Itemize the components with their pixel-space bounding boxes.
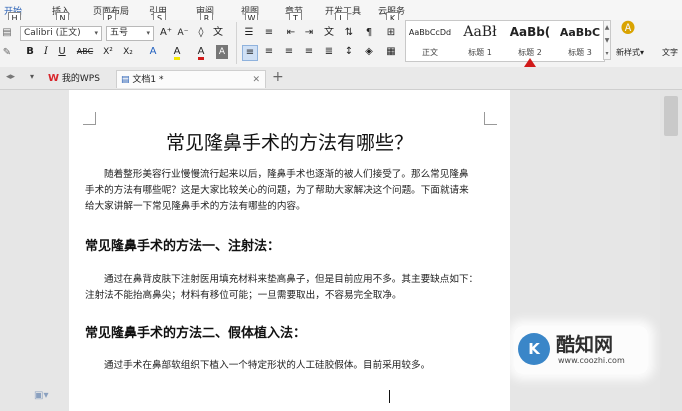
strikethrough-button[interactable]: ABC bbox=[74, 45, 96, 59]
style-normal[interactable]: AaBbCcDd 正文 bbox=[406, 21, 454, 61]
new-style-label: 新样式 bbox=[615, 48, 640, 57]
menu-bar: 开始 插入 页面布局 引用 审阅 视图 章节 开发工具 云服务 H N P S … bbox=[0, 0, 682, 25]
style-heading-2-label: 标题 2 bbox=[518, 48, 542, 57]
tab-wps-home-label: 我的WPS bbox=[61, 74, 100, 84]
format-painter-icon[interactable]: ✎ bbox=[2, 46, 12, 60]
section-1-line-1: 通过在鼻背皮肤下注射医用填充材料来垫高鼻子，但是目前应用不多。其主要缺点如下： bbox=[104, 274, 479, 285]
decrease-indent-button[interactable]: ⇤ bbox=[284, 26, 298, 40]
clear-format-button[interactable]: ◊ bbox=[194, 26, 208, 40]
style-heading-2-sample: AaBb( bbox=[509, 25, 551, 39]
font-size-value: 五号 bbox=[110, 28, 129, 38]
grow-font-button[interactable]: A⁺ bbox=[159, 26, 173, 40]
section-2-line-1: 通过手术在鼻部软组织下植入一个特定形状的人工硅胶假体。目前采用较多。 bbox=[104, 360, 431, 371]
italic-button[interactable]: I bbox=[40, 45, 52, 59]
styles-scroll[interactable]: ▲ ▼ ▾ bbox=[603, 20, 611, 60]
numbering-button[interactable]: ≡ bbox=[262, 26, 276, 40]
new-style-icon[interactable]: 🅐 bbox=[616, 22, 640, 40]
style-heading-1-label: 标题 1 bbox=[468, 48, 492, 57]
close-tab-icon[interactable]: ✕ bbox=[252, 71, 260, 89]
document-page[interactable]: 常见隆鼻手术的方法有哪些？ 随着整形美容行业慢慢流行起来以后，隆鼻手术也逐渐的被… bbox=[69, 90, 510, 411]
style-heading-1[interactable]: AaBł 标题 1 bbox=[456, 21, 504, 61]
styles-gallery: AaBbCcDd 正文 AaBł 标题 1 AaBb( 标题 2 AaBbC 标… bbox=[405, 20, 605, 62]
page-view-icon[interactable]: ▣▾ bbox=[34, 390, 48, 401]
vertical-scrollbar[interactable] bbox=[660, 90, 682, 411]
highlight-icon: A bbox=[173, 46, 181, 60]
superscript-button[interactable]: X² bbox=[100, 45, 116, 59]
style-heading-3-label: 标题 3 bbox=[568, 48, 592, 57]
watermark-brand: 酷知网 bbox=[556, 334, 614, 356]
text-tools-button[interactable]: 文字 bbox=[662, 46, 682, 60]
tab-wps-home[interactable]: W 我的WPS bbox=[44, 70, 116, 88]
section-2-paragraph: 通过手术在鼻部软组织下植入一个特定形状的人工硅胶假体。目前采用较多。 bbox=[85, 358, 495, 374]
chevron-down-icon: ▾ bbox=[146, 29, 150, 37]
intro-paragraph: 随着整形美容行业慢慢流行起来以后，隆鼻手术也逐渐的被人们接受了。那么常见隆鼻 手… bbox=[85, 167, 495, 215]
intro-line-3: 给大家讲解一下常见隆鼻手术的方法有哪些的内容。 bbox=[85, 201, 306, 212]
watermark: K 酷知网 www.coozhi.com bbox=[514, 326, 648, 374]
new-style-button[interactable]: 新样式▾ bbox=[612, 46, 648, 60]
justify-button[interactable]: ≡ bbox=[302, 45, 316, 59]
intro-line-1: 随着整形美容行业慢慢流行起来以后，隆鼻手术也逐渐的被人们接受了。那么常见隆鼻 bbox=[104, 169, 469, 180]
font-name-value: Calibri (正文) bbox=[24, 28, 81, 38]
wps-logo-icon: W bbox=[48, 73, 60, 84]
ribbon: ▤ ✎ Calibri (正文) ▾ 五号 ▾ A⁺ A⁻ ◊ 文 B I U … bbox=[0, 20, 682, 68]
paste-icon[interactable]: ▤ bbox=[2, 26, 12, 40]
style-normal-sample: AaBbCcDd bbox=[408, 28, 452, 37]
watermark-url: www.coozhi.com bbox=[558, 356, 625, 365]
text-cursor bbox=[389, 390, 390, 403]
tab-document-label: 文档1 * bbox=[132, 75, 164, 85]
bold-button[interactable]: B bbox=[24, 45, 36, 59]
underline-button[interactable]: U bbox=[56, 45, 68, 59]
style-heading-1-sample: AaBł bbox=[463, 24, 497, 40]
new-tab-icon[interactable]: + bbox=[272, 69, 284, 85]
char-shading-button[interactable]: A bbox=[216, 45, 228, 59]
highlight-button[interactable]: A bbox=[170, 45, 184, 60]
style-heading-3[interactable]: AaBbC 标题 3 bbox=[556, 21, 604, 61]
font-color-button[interactable]: A bbox=[194, 45, 208, 60]
align-center-button[interactable]: ≡ bbox=[262, 45, 276, 59]
tab-list-icon[interactable]: ▾ bbox=[30, 72, 34, 81]
font-size-select[interactable]: 五号 ▾ bbox=[106, 26, 154, 41]
margin-marker-left bbox=[83, 112, 96, 125]
document-icon: ▤ bbox=[121, 75, 130, 85]
align-left-button[interactable]: ≡ bbox=[242, 45, 258, 61]
section-heading-1: 常见隆鼻手术的方法一、注射法： bbox=[85, 239, 281, 254]
document-tab-bar: ◂▸ ▾ W 我的WPS ▤ 文档1 * ✕ + bbox=[0, 67, 682, 90]
bullets-button[interactable]: ☰ bbox=[242, 26, 256, 40]
sort-button[interactable]: ⇅ bbox=[342, 26, 356, 40]
style-heading-2[interactable]: AaBb( 标题 2 bbox=[506, 21, 554, 61]
section-heading-2: 常见隆鼻手术的方法二、假体植入法： bbox=[85, 326, 307, 341]
font-color-icon: A bbox=[197, 46, 205, 60]
font-name-select[interactable]: Calibri (正文) ▾ bbox=[20, 26, 102, 41]
shrink-font-button[interactable]: A⁻ bbox=[176, 26, 190, 40]
phonetic-button[interactable]: 文 bbox=[211, 26, 225, 40]
document-title: 常见隆鼻手术的方法有哪些？ bbox=[165, 132, 413, 154]
chevron-down-icon: ▾ bbox=[94, 29, 98, 37]
text-effect-button[interactable]: A bbox=[146, 45, 160, 59]
align-right-button[interactable]: ≡ bbox=[282, 45, 296, 59]
section-1-paragraph: 通过在鼻背皮肤下注射医用填充材料来垫高鼻子，但是目前应用不多。其主要缺点如下： … bbox=[85, 272, 495, 304]
style-normal-label: 正文 bbox=[422, 48, 438, 57]
style-heading-3-sample: AaBbC bbox=[559, 26, 601, 39]
coozhi-logo-icon: K bbox=[518, 333, 550, 365]
intro-line-2: 手术的方法有哪些呢？这是大家比较关心的问题，为了帮助大家解决这个问题。下面就请来 bbox=[85, 185, 469, 196]
margin-marker-right bbox=[484, 112, 497, 125]
chinese-layout-button[interactable]: 文 bbox=[322, 26, 336, 40]
show-marks-button[interactable]: ¶ bbox=[362, 26, 376, 40]
tab-document[interactable]: ▤ 文档1 * ✕ bbox=[116, 70, 266, 88]
distribute-button[interactable]: ≣ bbox=[322, 45, 336, 59]
increase-indent-button[interactable]: ⇥ bbox=[302, 26, 316, 40]
shading-button[interactable]: ◈ bbox=[362, 45, 376, 59]
subscript-button[interactable]: X₂ bbox=[120, 45, 136, 59]
section-1-line-2: 注射法不能抬高鼻尖；材料有移位可能；一旦需要取出，不容易完全取净。 bbox=[85, 290, 402, 301]
tab-back-icon[interactable]: ◂▸ bbox=[6, 72, 15, 82]
line-spacing-button[interactable]: ↕ bbox=[342, 45, 356, 59]
divider bbox=[236, 22, 237, 64]
border-button[interactable]: ⊞ bbox=[384, 26, 398, 40]
scrollbar-thumb[interactable] bbox=[664, 96, 678, 136]
borders-button[interactable]: ▦ bbox=[384, 45, 398, 59]
